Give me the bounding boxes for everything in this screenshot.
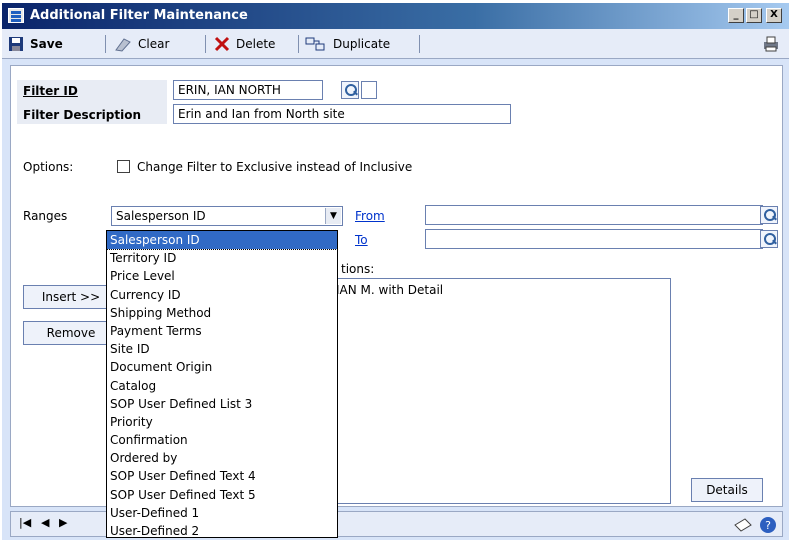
next-record-icon[interactable]: ▶ [59,516,67,529]
note-icon[interactable] [733,517,753,533]
save-button[interactable]: Save [8,35,63,53]
exclusive-checkbox[interactable] [117,160,130,173]
previous-record-icon[interactable]: ◀ [41,516,49,529]
filter-id-label[interactable]: Filter ID [23,84,78,98]
save-label: Save [30,37,63,51]
restrictions-list[interactable]: IAN M. with Detail [329,278,671,504]
to-field[interactable] [425,229,763,249]
ranges-option[interactable]: SOP User Defined Text 4 [107,467,337,485]
from-link[interactable]: From [355,209,385,223]
ranges-option[interactable]: User-Defined 2 [107,522,337,540]
save-icon [9,37,23,51]
window-title: Additional Filter Maintenance [30,8,248,23]
duplicate-icon [305,37,325,51]
filter-maintenance-window: Additional Filter Maintenance _ □ X Save… [0,0,793,542]
ranges-option[interactable]: SOP User Defined List 3 [107,395,337,413]
ranges-option[interactable]: Catalog [107,377,337,395]
remove-button[interactable]: Remove [23,321,119,345]
ranges-option[interactable]: Site ID [107,340,337,358]
toolbar-separator [205,35,206,53]
ranges-select[interactable]: Salesperson ID ▼ [111,206,343,226]
print-button[interactable] [762,35,780,53]
from-field[interactable] [425,205,763,225]
exclusive-checkbox-label: Change Filter to Exclusive instead of In… [137,160,413,174]
list-item[interactable]: IAN M. with Detail [330,279,670,301]
ranges-option[interactable]: Priority [107,413,337,431]
delete-button[interactable]: Delete [214,35,275,53]
ranges-option[interactable]: Price Level [107,267,337,285]
ranges-option[interactable]: Salesperson ID [106,229,338,251]
ranges-label: Ranges [23,209,68,223]
filter-id-lookup-icon[interactable] [341,81,359,99]
filter-description-field[interactable]: Erin and Ian from North site [173,104,511,124]
restrictions-label: tions: [341,262,375,276]
close-button[interactable]: X [766,8,782,23]
ranges-option[interactable]: Territory ID [107,249,337,267]
ranges-option[interactable]: Confirmation [107,431,337,449]
filter-id-field[interactable]: ERIN, IAN NORTH [173,80,323,100]
options-label: Options: [23,160,74,174]
ranges-option[interactable]: Ordered by [107,449,337,467]
minimize-button[interactable]: _ [728,8,744,23]
to-link[interactable]: To [355,233,368,247]
eraser-icon [115,38,131,52]
svg-text:?: ? [765,519,771,532]
ranges-option[interactable]: SOP User Defined Text 5 [107,486,337,504]
printer-icon [764,36,778,52]
ranges-option[interactable]: Payment Terms [107,322,337,340]
toolbar-separator [419,35,420,53]
duplicate-button[interactable]: Duplicate [305,35,390,53]
help-icon[interactable]: ? [759,516,777,534]
details-button[interactable]: Details [691,478,763,502]
maximize-button[interactable]: □ [746,8,762,23]
ranges-dropdown-list[interactable]: Salesperson ID Territory ID Price Level … [106,229,338,540]
window-icon [8,8,24,23]
chevron-down-icon[interactable]: ▼ [325,208,341,224]
filter-description-label: Filter Description [23,108,142,122]
toolbar: Save Clear Delete Duplicate [2,29,789,59]
title-bar: Additional Filter Maintenance _ □ X [2,3,789,29]
new-document-icon[interactable] [361,81,377,99]
to-lookup-icon[interactable] [760,230,778,248]
first-record-icon[interactable]: |◀ [19,516,31,529]
duplicate-label: Duplicate [333,37,391,51]
toolbar-separator [298,35,299,53]
from-lookup-icon[interactable] [760,206,778,224]
clear-button[interactable]: Clear [114,35,169,53]
delete-label: Delete [236,37,276,51]
delete-x-icon [214,36,230,52]
ranges-option[interactable]: Shipping Method [107,304,337,322]
ranges-option[interactable]: User-Defined 1 [107,504,337,522]
ranges-option[interactable]: Currency ID [107,286,337,304]
insert-button[interactable]: Insert >> [23,285,119,309]
ranges-option[interactable]: Document Origin [107,358,337,376]
toolbar-separator [105,35,106,53]
ranges-selected-value: Salesperson ID [116,209,206,223]
clear-label: Clear [138,37,170,51]
